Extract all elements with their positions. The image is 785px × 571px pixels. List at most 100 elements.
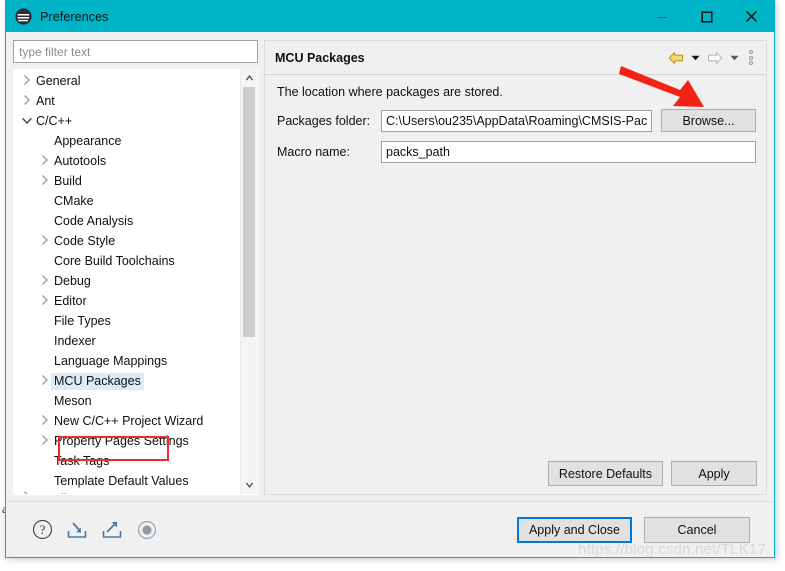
- vertical-dots-menu-icon[interactable]: [744, 48, 758, 68]
- chevron-right-icon[interactable]: [38, 415, 51, 427]
- chevron-right-icon[interactable]: [38, 235, 51, 247]
- page-header: MCU Packages: [265, 41, 766, 75]
- tree-item-label: Core Build Toolchains: [54, 253, 175, 268]
- record-toggle-icon[interactable]: [135, 518, 159, 542]
- tree-item-label: Language Mappings: [54, 353, 168, 368]
- packages-folder-input[interactable]: [381, 109, 652, 132]
- tree-item-property-pages-settings[interactable]: Property Pages Settings: [14, 431, 240, 451]
- page-description: The location where packages are stored.: [277, 85, 503, 99]
- tree-item-label: Template Default Values: [54, 473, 189, 488]
- tree-item-label: Debug: [54, 273, 91, 288]
- back-arrow-icon[interactable]: [666, 48, 686, 68]
- macro-name-label: Macro name:: [277, 145, 350, 159]
- export-preferences-icon[interactable]: [100, 518, 124, 542]
- help-icon[interactable]: ?: [30, 518, 54, 542]
- chevron-right-icon[interactable]: [38, 375, 51, 387]
- packages-folder-row: Packages folder: Browse...: [277, 109, 766, 132]
- chevron-right-icon[interactable]: [20, 75, 33, 87]
- tree-item-meson[interactable]: Meson: [14, 391, 240, 411]
- tree-item-new-c-c-project-wizard[interactable]: New C/C++ Project Wizard: [14, 411, 240, 431]
- window-controls: [639, 1, 774, 32]
- tree-item-label: Editor: [54, 293, 87, 308]
- forward-arrow-icon[interactable]: [705, 48, 725, 68]
- tree-item-label: Code Analysis: [54, 213, 134, 228]
- chevron-right-icon[interactable]: [20, 95, 33, 107]
- svg-text:?: ?: [39, 522, 45, 537]
- tree-item-build[interactable]: Build: [14, 171, 240, 191]
- tree-item-gradle[interactable]: Gradle: [14, 491, 240, 494]
- back-dropdown-chevron-down-icon[interactable]: [689, 48, 702, 68]
- chevron-right-icon[interactable]: [20, 491, 33, 494]
- preferences-tree[interactable]: General Ant C/C++ Appearance Autotools Build C…: [14, 69, 240, 494]
- tree-item-indexer[interactable]: Indexer: [14, 331, 240, 351]
- tree-item-label: New C/C++ Project Wizard: [54, 413, 204, 428]
- packages-folder-label: Packages folder:: [277, 113, 371, 128]
- tree-item-label: CMake: [54, 193, 94, 208]
- tree-item-code-style[interactable]: Code Style: [14, 231, 240, 251]
- tree-item-file-types[interactable]: File Types: [14, 311, 240, 331]
- tree-item-debug[interactable]: Debug: [14, 271, 240, 291]
- tree-item-cmake[interactable]: CMake: [14, 191, 240, 211]
- tree-item-label: Indexer: [54, 333, 96, 348]
- forward-dropdown-chevron-down-icon[interactable]: [728, 48, 741, 68]
- tree-item-language-mappings[interactable]: Language Mappings: [14, 351, 240, 371]
- tree-item-task-tags[interactable]: Task Tags: [14, 451, 240, 471]
- tree-item-label: Autotools: [54, 153, 107, 168]
- chevron-right-icon[interactable]: [38, 155, 51, 167]
- preferences-page-pane: MCU Packages The location where packages…: [264, 40, 767, 495]
- preferences-tree-wrapper: General Ant C/C++ Appearance Autotools Build C…: [13, 69, 258, 495]
- dialog-body: General Ant C/C++ Appearance Autotools Build C…: [6, 32, 774, 502]
- dialog-footer: ? Apply and Close Cancel: [6, 501, 774, 557]
- tree-item-label: Gradle: [33, 491, 77, 494]
- tree-item-general[interactable]: General: [14, 71, 240, 91]
- tree-item-label: Property Pages Settings: [54, 433, 189, 448]
- browse-button[interactable]: Browse...: [661, 109, 756, 132]
- scroll-up-arrow-icon[interactable]: [241, 69, 257, 86]
- desktop-background: a Preferences: [0, 0, 785, 571]
- tree-scrollbar-thumb[interactable]: [243, 87, 255, 337]
- tree-scrollbar[interactable]: [240, 69, 257, 494]
- tree-item-template-default-values[interactable]: Template Default Values: [14, 471, 240, 491]
- import-preferences-icon[interactable]: [65, 518, 89, 542]
- macro-name-row: Macro name:: [277, 141, 766, 163]
- page-action-buttons: Restore Defaults Apply: [547, 461, 757, 486]
- tree-item-label: General: [36, 73, 81, 88]
- maximize-button[interactable]: [684, 1, 729, 32]
- tree-item-ant[interactable]: Ant: [14, 91, 240, 111]
- dialog-titlebar: Preferences: [6, 1, 774, 32]
- tree-item-appearance[interactable]: Appearance: [14, 131, 240, 151]
- chevron-right-icon[interactable]: [38, 295, 51, 307]
- page-title: MCU Packages: [275, 50, 365, 65]
- tree-item-label: MCU Packages: [51, 372, 144, 390]
- chevron-right-icon[interactable]: [38, 275, 51, 287]
- tree-item-editor[interactable]: Editor: [14, 291, 240, 311]
- cancel-button[interactable]: Cancel: [644, 516, 750, 543]
- tree-item-mcu-packages[interactable]: MCU Packages: [14, 371, 240, 391]
- scroll-down-arrow-icon[interactable]: [241, 477, 257, 494]
- tree-item-autotools[interactable]: Autotools: [14, 151, 240, 171]
- tree-item-label: File Types: [54, 313, 111, 328]
- chevron-right-icon[interactable]: [38, 175, 51, 187]
- page-header-toolbar: [666, 48, 758, 68]
- footer-icon-bar: ?: [30, 518, 159, 542]
- tree-item-label: Meson: [54, 393, 92, 408]
- minimize-button[interactable]: [639, 1, 684, 32]
- preferences-navigation-pane: General Ant C/C++ Appearance Autotools Build C…: [13, 40, 258, 495]
- chevron-down-icon[interactable]: [20, 117, 33, 126]
- macro-name-input[interactable]: [381, 141, 756, 163]
- chevron-right-icon[interactable]: [38, 435, 51, 447]
- tree-item-label: Build: [54, 173, 82, 188]
- tree-item-label: Appearance: [54, 133, 122, 148]
- dialog-action-buttons: Apply and Close Cancel: [516, 516, 762, 543]
- tree-item-label: Ant: [36, 93, 55, 108]
- eclipse-icon: [15, 8, 32, 25]
- tree-item-c-c[interactable]: C/C++: [14, 111, 240, 131]
- restore-defaults-button[interactable]: Restore Defaults: [547, 461, 663, 486]
- apply-button[interactable]: Apply: [671, 461, 757, 486]
- filter-input[interactable]: [13, 40, 258, 63]
- tree-item-core-build-toolchains[interactable]: Core Build Toolchains: [14, 251, 240, 271]
- tree-item-code-analysis[interactable]: Code Analysis: [14, 211, 240, 231]
- preferences-dialog: Preferences type filter text General Ant…: [5, 0, 775, 558]
- apply-and-close-button[interactable]: Apply and Close: [516, 516, 632, 543]
- close-button[interactable]: [729, 1, 774, 32]
